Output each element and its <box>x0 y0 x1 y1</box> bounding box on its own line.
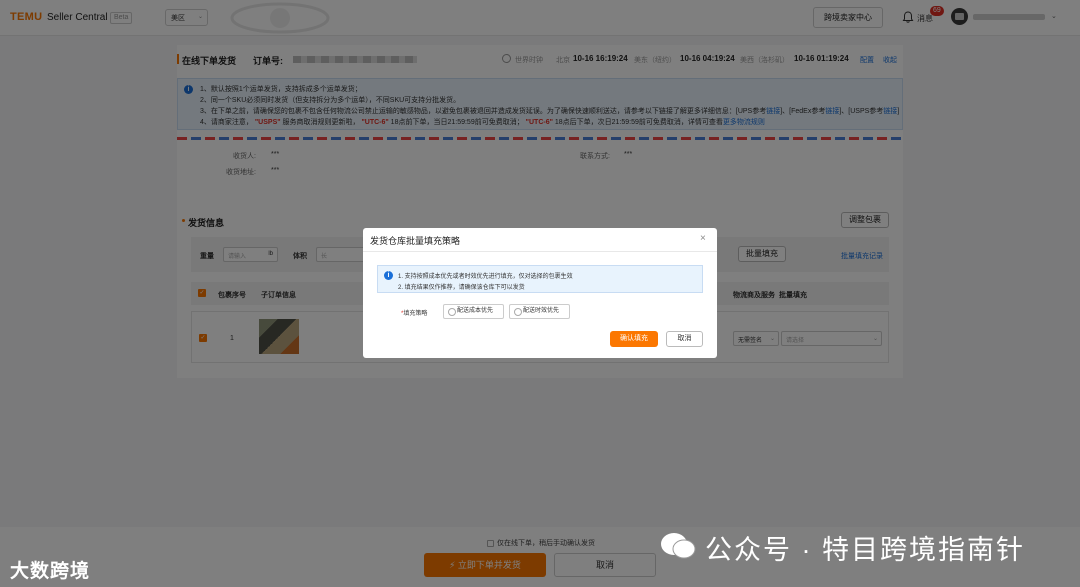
time-priority-radio[interactable]: 配送时效优先 <box>509 304 570 319</box>
strategy-label-text: 填充策略 <box>403 311 428 317</box>
info-icon: i <box>384 271 393 280</box>
dialog-title: 发货仓库批量填充策略 <box>370 236 461 246</box>
dialog-tip-box: i 1. 支持按照成本优先或者时效优先进行填充，仅对选择的包裹生效 2. 填充结… <box>377 265 703 293</box>
tip-line: 1. 支持按照成本优先或者时效优先进行填充，仅对选择的包裹生效 <box>398 274 573 280</box>
batch-fill-strategy-dialog: 发货仓库批量填充策略 × i 1. 支持按照成本优先或者时效优先进行填充，仅对选… <box>363 228 717 358</box>
dialog-cancel-button[interactable]: 取消 <box>666 331 703 347</box>
strategy-label: *填充策略 <box>401 308 427 317</box>
divider <box>363 251 717 252</box>
cost-priority-radio[interactable]: 配送成本优先 <box>443 304 504 319</box>
close-icon[interactable]: × <box>700 233 706 244</box>
wechat-icon <box>661 533 696 559</box>
watermark-right: 公众号 · 特目跨境指南针 <box>705 535 1025 565</box>
confirm-fill-button[interactable]: 确认填充 <box>610 331 658 347</box>
tip-line: 2. 填充结果仅作推荐，请确保该仓库下可以发货 <box>398 285 525 291</box>
watermark-left: 大数跨境 <box>10 561 91 582</box>
